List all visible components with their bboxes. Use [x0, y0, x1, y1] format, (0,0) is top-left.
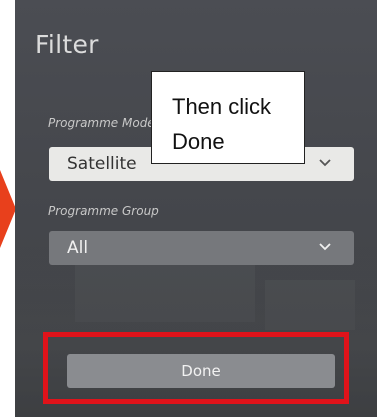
programme-mode-label: Programme Mode — [48, 116, 155, 130]
tooltip-line-1: Then click — [172, 94, 272, 119]
arrow-right-icon — [0, 170, 16, 248]
programme-group-label: Programme Group — [48, 204, 159, 218]
tooltip-line-2: Done — [172, 129, 225, 154]
instruction-tooltip: Then click Done — [151, 71, 305, 164]
programme-group-dropdown[interactable]: All — [49, 231, 354, 265]
programme-group-value: All — [67, 238, 89, 258]
chevron-down-icon — [319, 159, 331, 167]
programme-mode-value: Satellite — [67, 154, 137, 174]
chevron-down-icon — [319, 243, 331, 251]
highlight-box — [43, 332, 349, 404]
panel-title: Filter — [35, 30, 99, 59]
